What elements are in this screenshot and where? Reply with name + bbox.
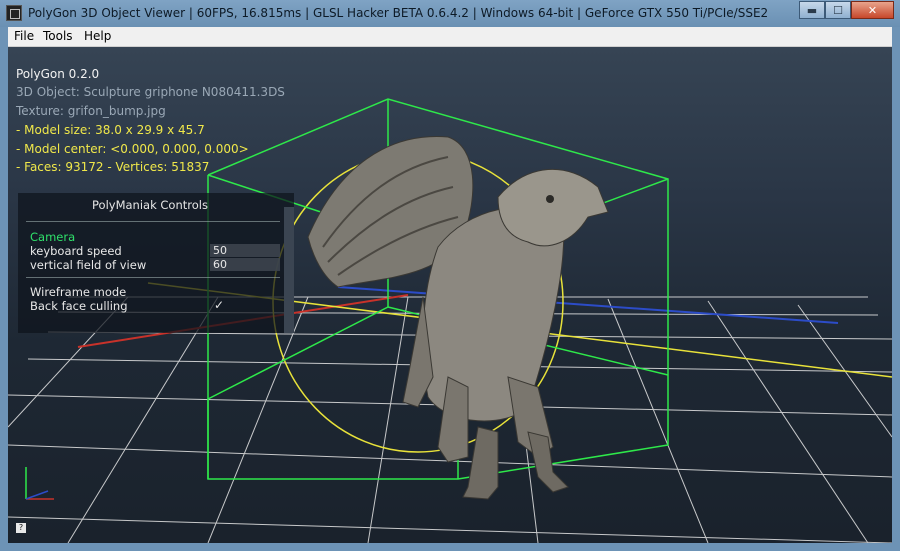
- menu-bar: File Tools Help: [8, 27, 892, 47]
- panel-divider: [26, 221, 280, 222]
- panel-title: PolyManiak Controls: [92, 198, 208, 212]
- maximize-button[interactable]: ☐: [825, 1, 851, 19]
- panel-scrollbar[interactable]: [284, 207, 294, 333]
- panel-divider: [26, 277, 280, 278]
- fov-label: vertical field of view: [30, 258, 147, 272]
- keyboard-speed-label: keyboard speed: [30, 244, 122, 258]
- menu-help[interactable]: Help: [84, 29, 111, 43]
- backface-label[interactable]: Back face culling: [30, 299, 128, 313]
- keyboard-speed-input[interactable]: 50: [210, 244, 280, 257]
- help-icon[interactable]: ?: [16, 523, 26, 533]
- model-center: - Model center: <0.000, 0.000, 0.000>: [16, 142, 249, 156]
- fov-input[interactable]: 60: [210, 258, 280, 271]
- wireframe-label[interactable]: Wireframe mode: [30, 285, 126, 299]
- z-axis-line: [337, 286, 839, 324]
- texture-name: Texture: grifon_bump.jpg: [16, 104, 166, 118]
- griffin-sculpture[interactable]: [307, 136, 609, 500]
- faces-vertices: - Faces: 93172 - Vertices: 51837: [16, 160, 210, 174]
- title-bar: PolyGon 3D Object Viewer | 60FPS, 16.815…: [0, 0, 900, 27]
- backface-checkbox[interactable]: ✓: [214, 298, 224, 312]
- minimize-button[interactable]: ▬: [799, 1, 825, 19]
- camera-section-label: Camera: [30, 230, 76, 244]
- axis-gizmo-icon: [25, 467, 54, 500]
- app-window: PolyGon 3D Object Viewer | 60FPS, 16.815…: [0, 0, 900, 551]
- model-size: - Model size: 38.0 x 29.9 x 45.7: [16, 123, 205, 137]
- polymaniak-controls-panel: PolyManiak Controls Camera keyboard spee…: [18, 193, 294, 333]
- menu-tools[interactable]: Tools: [43, 29, 73, 43]
- close-button[interactable]: ✕: [851, 1, 894, 19]
- object-name: 3D Object: Sculpture griphone N080411.3D…: [16, 85, 285, 99]
- 3d-viewport[interactable]: PolyGon 0.2.0 3D Object: Sculpture griph…: [8, 47, 892, 543]
- app-window-icon[interactable]: [6, 5, 22, 21]
- caption-buttons: ▬ ☐ ✕: [799, 1, 894, 19]
- window-title: PolyGon 3D Object Viewer | 60FPS, 16.815…: [28, 6, 769, 20]
- menu-file[interactable]: File: [14, 29, 34, 43]
- app-version: PolyGon 0.2.0: [16, 67, 100, 81]
